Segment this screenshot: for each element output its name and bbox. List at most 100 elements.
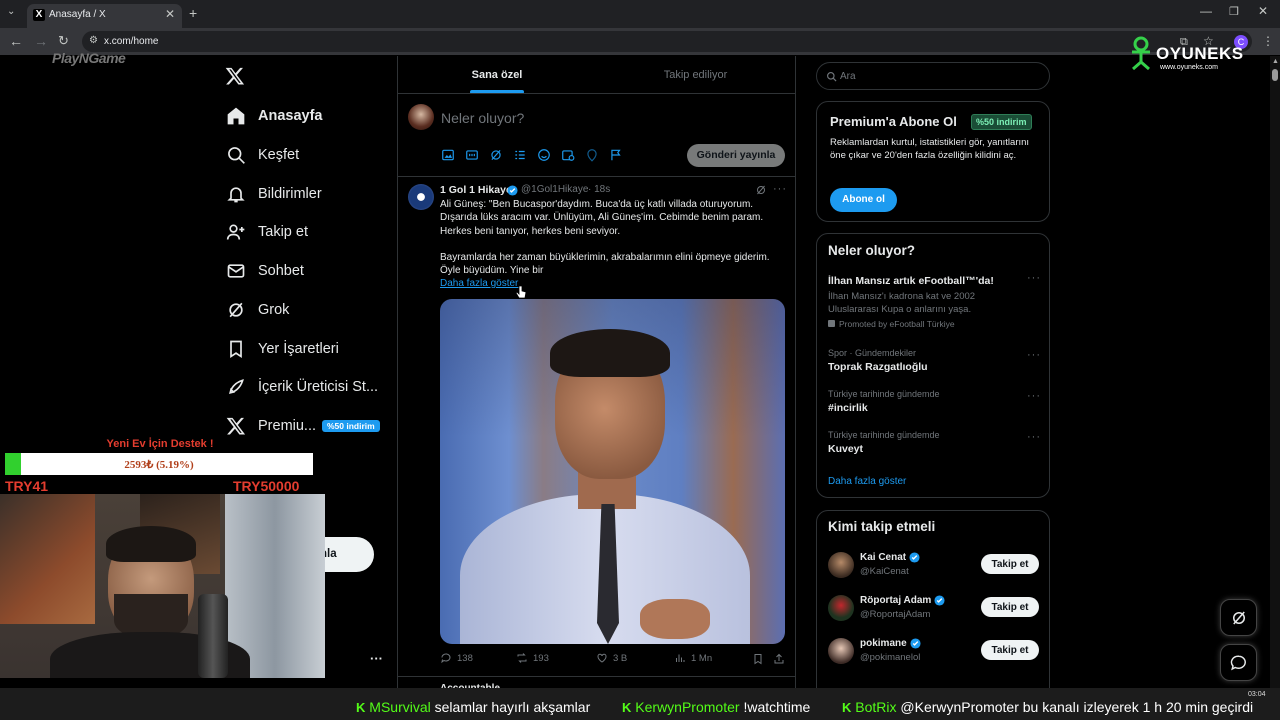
follow-suggestion[interactable]: Kai Cenat @KaiCenat Takip et [828, 550, 1043, 580]
sidebar-item-follow[interactable]: Takip et [226, 217, 406, 247]
subscribe-button[interactable]: Abone ol [830, 188, 897, 212]
image-icon[interactable] [441, 148, 455, 162]
follow-button[interactable]: Takip et [981, 640, 1039, 660]
grok-floating-button[interactable] [1220, 599, 1257, 636]
location-icon[interactable] [585, 148, 599, 162]
trends-card: Neler oluyor? İlhan Mansız artık eFootba… [816, 233, 1050, 498]
trend-item[interactable]: Türkiye tarihinde gündemde Kuveyt ··· [828, 430, 1043, 460]
trend-item[interactable]: Türkiye tarihinde gündemde #incirlik ··· [828, 389, 1043, 419]
account-more-icon[interactable]: ··· [370, 651, 383, 666]
trend-more-icon[interactable]: ··· [1027, 390, 1041, 402]
search-icon [228, 147, 245, 164]
avatar [828, 638, 854, 664]
tweet-media-image[interactable] [440, 299, 785, 644]
trend-more-icon[interactable]: ··· [1027, 349, 1041, 361]
trend-item[interactable]: Spor · Gündemdekiler Toprak Razgatlıoğlu… [828, 348, 1043, 378]
tweet-handle[interactable]: @1Gol1Hikaye [521, 184, 588, 195]
grok-explain-icon[interactable] [755, 184, 767, 196]
follow-button[interactable]: Takip et [981, 554, 1039, 574]
sidebar-item-explore[interactable]: Keşfet [226, 140, 406, 170]
sidebar-item-notifications[interactable]: Bildirimler [226, 179, 406, 209]
tabs-divider [398, 93, 795, 94]
premium-text: Reklamlardan kurtul, istatistikleri gör,… [830, 137, 1030, 161]
bell-icon [227, 187, 245, 203]
media-person-hair [550, 329, 670, 377]
tweet-more-icon[interactable]: ··· [773, 183, 787, 195]
minimize-icon[interactable]: — [1200, 4, 1212, 18]
tweet-avatar[interactable] [408, 184, 434, 210]
browser-tab-bar: ⌄ X Anasayfa / X ✕ + — ❐ ✕ [0, 0, 1280, 28]
bookmark-tweet-icon[interactable] [752, 653, 764, 665]
site-info-icon[interactable]: ⚙ [89, 35, 98, 46]
grok-icon [1233, 611, 1245, 625]
grok-compose-icon[interactable] [489, 148, 503, 162]
retweet-button[interactable]: 193 [516, 652, 549, 664]
chat-message: K KerwynPromoter !watchtime [622, 699, 811, 715]
who-to-follow-title: Kimi takip etmeli [828, 519, 936, 534]
trend-more-icon[interactable]: ··· [1027, 272, 1041, 284]
chat-message: K BotRix @KerwynPromoter bu kanalı izley… [842, 699, 1254, 715]
follow-suggestion[interactable]: pokimane @pokimanelol Takip et [828, 636, 1043, 666]
avatar [828, 595, 854, 621]
forward-icon[interactable]: → [34, 33, 48, 49]
sidebar-item-creator-studio[interactable]: İçerik Üreticisi St... [226, 372, 406, 402]
tweet-author[interactable]: 1 Gol 1 Hikaye [440, 184, 512, 196]
composer-input[interactable]: Neler oluyor? [441, 110, 524, 126]
url-field[interactable]: ⚙ x.com/home [82, 31, 1252, 52]
tab-close-icon[interactable]: ✕ [165, 7, 175, 21]
composer-post-button[interactable]: Gönderi yayınla [687, 144, 785, 167]
maximize-icon[interactable]: ❐ [1229, 5, 1239, 18]
browser-tab[interactable]: X Anasayfa / X ✕ [27, 4, 182, 28]
views-icon [676, 654, 685, 662]
tweet-show-more-link[interactable]: Daha fazla göster [440, 278, 518, 289]
sidebar-item-bookmarks[interactable]: Yer İşaretleri [226, 334, 406, 364]
bookmark-icon [230, 340, 242, 359]
close-window-icon[interactable]: ✕ [1258, 4, 1268, 18]
schedule-icon[interactable] [561, 148, 575, 162]
flag-icon[interactable] [609, 148, 623, 162]
page-scrollbar[interactable]: ▲ [1270, 56, 1280, 688]
back-icon[interactable]: ← [9, 33, 23, 49]
poll-icon[interactable] [513, 148, 527, 162]
donation-progress-text: 2593₺ (5.19%) [124, 459, 194, 471]
follow-icon [226, 224, 245, 240]
tweet-time[interactable]: · 18s [588, 184, 610, 195]
reload-icon[interactable]: ↻ [58, 33, 69, 49]
avatar [828, 552, 854, 578]
who-to-follow-card: Kimi takip etmeli Kai Cenat @KaiCenat Ta… [816, 510, 1050, 700]
reply-button[interactable]: 138 [440, 652, 473, 664]
messages-floating-button[interactable] [1220, 644, 1257, 681]
trends-show-more-link[interactable]: Daha fazla göster [828, 476, 906, 487]
x-logo-icon[interactable] [225, 66, 245, 86]
new-tab-icon[interactable]: + [189, 5, 197, 21]
follow-suggestion[interactable]: Röportaj Adam @RoportajAdam Takip et [828, 593, 1043, 623]
webcam-microphone [198, 594, 228, 678]
oyuneks-logo: OYUNEKS www.oyuneks.com [1128, 36, 1248, 76]
sidebar-item-grok[interactable]: Grok [226, 295, 406, 325]
kick-icon: K [622, 700, 632, 715]
trend-more-icon[interactable]: ··· [1027, 431, 1041, 443]
x-favicon-icon: X [33, 9, 45, 21]
scrollbar-up-icon[interactable]: ▲ [1272, 58, 1279, 65]
views-button[interactable]: 1 Mn [674, 652, 712, 664]
gif-icon[interactable] [465, 148, 479, 162]
promoted-trend[interactable]: İlhan Mansız artık eFootball™'da! İlhan … [828, 272, 1043, 331]
url-text: x.com/home [104, 36, 159, 47]
emoji-icon[interactable] [537, 148, 551, 162]
share-icon[interactable] [773, 653, 785, 665]
retweet-icon [517, 653, 527, 663]
media-person-hand [640, 599, 710, 639]
browser-menu-icon[interactable]: ⋮ [1262, 34, 1274, 48]
kick-icon: K [842, 700, 852, 715]
sidebar-item-messages[interactable]: Sohbet [226, 256, 406, 286]
sidebar-item-home[interactable]: Anasayfa [226, 101, 406, 131]
tab-for-you[interactable]: Sana özel [398, 56, 596, 94]
tab-following[interactable]: Takip ediliyor [596, 56, 795, 94]
tab-list-icon[interactable]: ⌄ [7, 6, 15, 17]
composer-avatar[interactable] [408, 104, 434, 130]
like-button[interactable]: 3 B [596, 652, 627, 664]
search-input[interactable]: Ara [816, 62, 1050, 90]
tweet-text-1: Ali Güneş: "Ben Bucaspor'daydım. Buca'da… [440, 199, 764, 237]
scrollbar-thumb[interactable] [1272, 69, 1278, 81]
follow-button[interactable]: Takip et [981, 597, 1039, 617]
